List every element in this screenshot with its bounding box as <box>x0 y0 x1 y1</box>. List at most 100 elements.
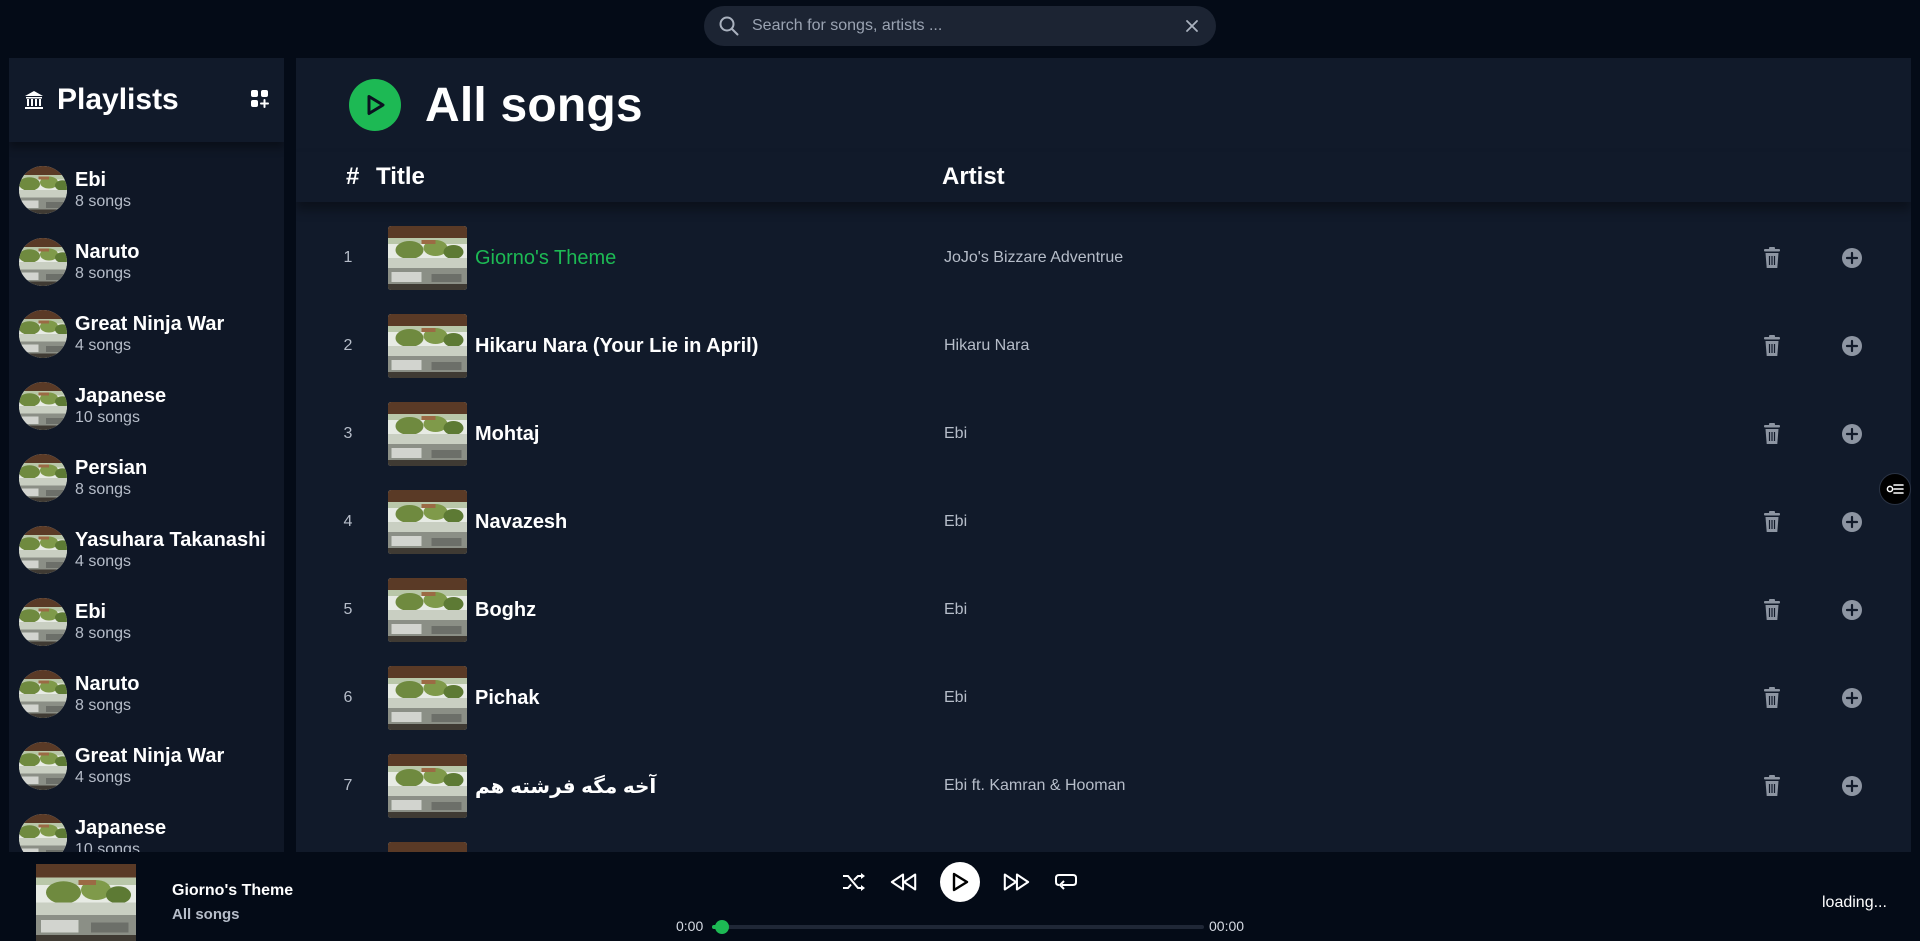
track-number: 3 <box>343 425 353 442</box>
plus-circle-icon[interactable] <box>1841 775 1863 797</box>
playlist-count: 4 songs <box>75 553 132 570</box>
playlist-name: Japanese <box>75 385 167 407</box>
playlist-name: Great Ninja War <box>75 745 225 767</box>
trash-icon[interactable] <box>1762 422 1786 446</box>
table-row[interactable]: 3 Mohtaj Ebi <box>296 390 1911 478</box>
list-item[interactable]: Ebi 8 songs <box>9 154 284 226</box>
song-artist: Ebi <box>944 425 968 442</box>
repeat-icon[interactable] <box>1052 868 1080 896</box>
list-item[interactable]: Naruto 8 songs <box>9 226 284 298</box>
playlist-cover <box>19 382 67 430</box>
table-row[interactable]: 1 Giorno's Theme JoJo's Bizzare Adventru… <box>296 214 1911 302</box>
song-title[interactable]: Pichak <box>475 687 539 710</box>
trash-icon[interactable] <box>1762 246 1786 270</box>
playback-controls <box>840 862 1080 902</box>
table-row[interactable]: 5 Boghz Ebi <box>296 566 1911 654</box>
song-thumbnail <box>388 666 467 730</box>
song-title[interactable]: آخه مگه فرشته هم <box>475 774 656 799</box>
table-row[interactable]: 7 آخه مگه فرشته هم Ebi ft. Kamran & Hoom… <box>296 742 1911 830</box>
plus-circle-icon[interactable] <box>1841 247 1863 269</box>
play-button[interactable] <box>940 862 980 902</box>
song-title[interactable]: Hikaru Nara (Your Lie in April) <box>475 335 758 358</box>
progress-handle[interactable] <box>714 920 729 934</box>
playlist-cover <box>19 670 67 718</box>
trash-icon[interactable] <box>1762 334 1786 358</box>
playlist-cover <box>19 310 67 358</box>
playlist-name: Great Ninja War <box>75 313 225 335</box>
song-artist: Ebi <box>944 689 968 706</box>
song-title[interactable]: Mohtaj <box>475 423 539 446</box>
playlist-name: Ebi <box>75 601 107 623</box>
song-title[interactable]: Boghz <box>475 599 536 622</box>
column-artist: Artist <box>942 163 1005 190</box>
sidebar-title: Playlists <box>57 83 179 116</box>
table-header: # Title Artist <box>296 152 1911 202</box>
now-playing-cover <box>36 864 136 941</box>
plus-circle-icon[interactable] <box>1841 687 1863 709</box>
playlist-name: Japanese <box>75 817 167 839</box>
playlist-cover <box>19 526 67 574</box>
song-artist: Ebi ft. Kamran & Hooman <box>944 777 1126 794</box>
list-item[interactable]: Japanese 10 songs <box>9 370 284 442</box>
song-artist: JoJo's Bizzare Adventrue <box>944 249 1124 266</box>
song-title[interactable]: Navazesh <box>475 511 567 534</box>
progress-bar[interactable] <box>712 920 1204 934</box>
plus-circle-icon[interactable] <box>1841 423 1863 445</box>
trash-icon[interactable] <box>1762 598 1786 622</box>
trash-icon[interactable] <box>1762 510 1786 534</box>
list-item[interactable]: Ebi 8 songs <box>9 586 284 658</box>
playlist-cover <box>19 814 67 852</box>
playlist-count: 8 songs <box>75 193 132 210</box>
playlist-count: 8 songs <box>75 625 132 642</box>
playlist-count: 8 songs <box>75 697 132 714</box>
song-artist: Ebi <box>944 513 968 530</box>
close-icon[interactable] <box>1182 16 1202 36</box>
plus-circle-icon[interactable] <box>1841 335 1863 357</box>
song-thumbnail <box>388 490 467 554</box>
song-thumbnail <box>388 578 467 642</box>
table-row[interactable]: 6 Pichak Ebi <box>296 654 1911 742</box>
song-artist: Ebi <box>944 601 968 618</box>
song-title[interactable]: Giorno's Theme <box>475 247 616 270</box>
sidebar-header: Playlists <box>9 58 284 142</box>
track-number: 2 <box>343 337 353 354</box>
song-thumbnail <box>388 226 467 290</box>
song-thumbnail <box>388 314 467 378</box>
table-row-partial[interactable] <box>296 830 1911 852</box>
playlist-count: 10 songs <box>75 841 140 852</box>
plus-circle-icon[interactable] <box>1841 599 1863 621</box>
table-row[interactable]: 4 Navazesh Ebi <box>296 478 1911 566</box>
total-time: 00:00 <box>1209 918 1245 934</box>
list-item[interactable]: Yasuhara Takanashi 4 songs <box>9 514 284 586</box>
list-item[interactable]: Japanese 10 songs <box>9 802 284 852</box>
trash-icon[interactable] <box>1762 774 1786 798</box>
search-input[interactable] <box>752 17 1182 35</box>
column-number: # <box>346 163 360 190</box>
song-thumbnail <box>388 842 467 852</box>
playlist-name: Naruto <box>75 241 140 263</box>
rewind-icon[interactable] <box>890 868 918 896</box>
playlist-count: 8 songs <box>75 265 132 282</box>
grid-add-icon[interactable] <box>250 89 272 111</box>
shuffle-icon[interactable] <box>840 868 868 896</box>
fast-forward-icon[interactable] <box>1002 868 1030 896</box>
plus-circle-icon[interactable] <box>1841 511 1863 533</box>
playlist-name: Yasuhara Takanashi <box>75 529 266 551</box>
list-item[interactable]: Persian 8 songs <box>9 442 284 514</box>
search-bar[interactable] <box>704 6 1216 46</box>
list-item[interactable]: Great Ninja War 4 songs <box>9 730 284 802</box>
current-time: 0:00 <box>676 918 704 934</box>
playlist-cover <box>19 238 67 286</box>
play-all-button[interactable] <box>349 79 401 131</box>
track-number: 7 <box>343 777 353 794</box>
list-item[interactable]: Naruto 8 songs <box>9 658 284 730</box>
song-thumbnail <box>388 402 467 466</box>
song-list-panel: All songs # Title Artist 1 Giorno's Them… <box>296 58 1911 852</box>
trash-icon[interactable] <box>1762 686 1786 710</box>
list-item[interactable]: Great Ninja War 4 songs <box>9 298 284 370</box>
queue-button[interactable] <box>1879 473 1911 505</box>
status-text: loading... <box>1822 894 1887 911</box>
library-icon <box>23 89 45 111</box>
table-row[interactable]: 2 Hikaru Nara (Your Lie in April) Hikaru… <box>296 302 1911 390</box>
column-title: Title <box>376 163 425 190</box>
